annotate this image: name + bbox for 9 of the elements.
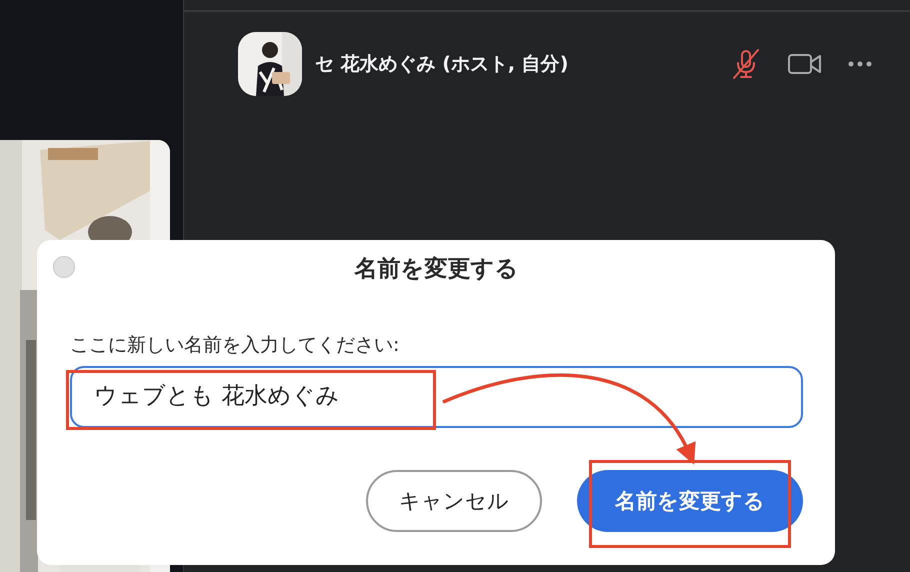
name-input-field[interactable]: ウェブとも 花水めぐみ <box>70 366 803 428</box>
field-label: ここに新しい名前を入力してください: <box>70 333 400 358</box>
rename-button[interactable]: 名前を変更する <box>577 470 803 532</box>
video-camera-icon[interactable] <box>788 53 822 75</box>
muted-microphone-icon[interactable] <box>730 48 762 80</box>
cancel-button[interactable]: キャンセル <box>366 470 542 532</box>
participant-name: セ 花水めぐみ (ホスト, 自分) <box>315 52 568 77</box>
dialog-title: 名前を変更する <box>354 254 518 284</box>
more-options-icon[interactable] <box>848 61 872 67</box>
